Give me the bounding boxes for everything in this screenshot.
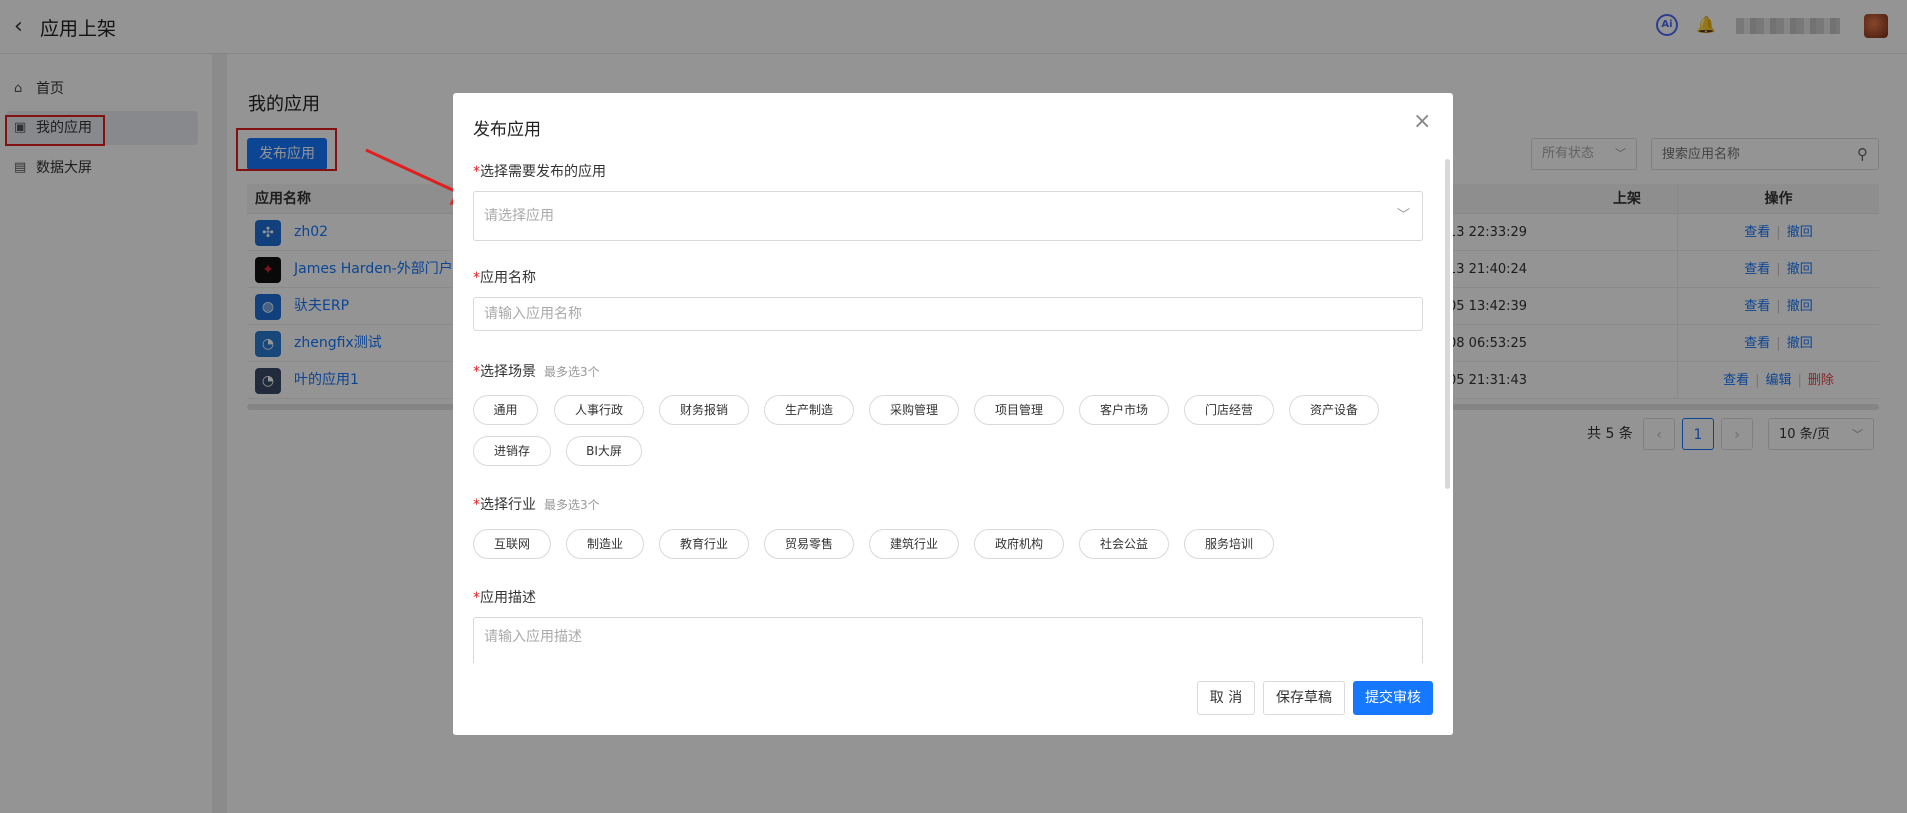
scene-chip[interactable]: 生产制造 xyxy=(764,395,854,425)
description-textarea[interactable]: 请输入应用描述 xyxy=(473,617,1423,663)
industry-chip[interactable]: 制造业 xyxy=(566,529,644,559)
modal-title: 发布应用 xyxy=(473,120,541,140)
app-name-field[interactable]: 请输入应用名称 xyxy=(473,297,1423,331)
app-select[interactable]: 请选择应用 ﹀ xyxy=(473,191,1423,241)
cancel-button[interactable]: 取 消 xyxy=(1197,681,1255,715)
scene-chip[interactable]: 采购管理 xyxy=(869,395,959,425)
close-icon[interactable]: × xyxy=(1413,109,1431,134)
industry-chip[interactable]: 社会公益 xyxy=(1079,529,1169,559)
scene-chip[interactable]: 项目管理 xyxy=(974,395,1064,425)
industry-chip[interactable]: 政府机构 xyxy=(974,529,1064,559)
scene-chip[interactable]: 门店经营 xyxy=(1184,395,1274,425)
scene-chip[interactable]: BI大屏 xyxy=(566,436,642,466)
save-draft-button[interactable]: 保存草稿 xyxy=(1263,681,1345,715)
submit-review-button[interactable]: 提交审核 xyxy=(1353,681,1433,715)
description-label: *应用描述 xyxy=(473,590,536,606)
industry-chip[interactable]: 贸易零售 xyxy=(764,529,854,559)
chevron-down-icon: ﹀ xyxy=(1396,208,1410,223)
industry-chip[interactable]: 互联网 xyxy=(473,529,551,559)
industry-chip[interactable]: 建筑行业 xyxy=(869,529,959,559)
scene-label: *选择场景 最多选3个 xyxy=(473,364,600,380)
scene-chip[interactable]: 通用 xyxy=(473,395,538,425)
scene-chip[interactable]: 资产设备 xyxy=(1289,395,1379,425)
industry-label: *选择行业 最多选3个 xyxy=(473,497,600,513)
app-select-placeholder: 请选择应用 xyxy=(484,208,554,224)
scene-chip[interactable]: 客户市场 xyxy=(1079,395,1169,425)
app-name-label: *应用名称 xyxy=(473,270,536,286)
industry-chip[interactable]: 教育行业 xyxy=(659,529,749,559)
modal-scrollbar[interactable] xyxy=(1445,159,1450,489)
scene-chip[interactable]: 进销存 xyxy=(473,436,551,466)
app-select-label: *选择需要发布的应用 xyxy=(473,164,606,180)
publish-app-modal: 发布应用 × *选择需要发布的应用 请选择应用 ﹀ *应用名称 请输入应用名称 … xyxy=(453,93,1453,735)
modal-footer: 取 消 保存草稿 提交审核 xyxy=(453,663,1453,735)
industry-chip[interactable]: 服务培训 xyxy=(1184,529,1274,559)
scene-chip[interactable]: 财务报销 xyxy=(659,395,749,425)
scene-chip[interactable]: 人事行政 xyxy=(554,395,644,425)
